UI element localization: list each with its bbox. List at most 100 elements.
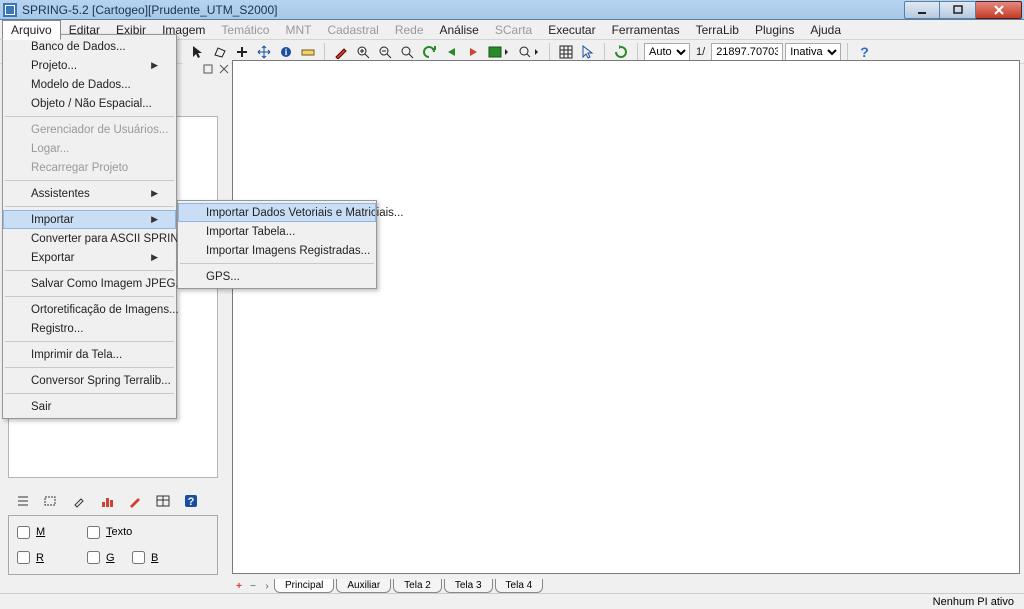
arquivo-dropdown: Banco de Dados... Projeto...▶ Modelo de … xyxy=(2,34,177,419)
panel-float-icon[interactable] xyxy=(201,62,215,76)
dd-sep xyxy=(5,393,174,394)
menu-arquivo[interactable]: Arquivo xyxy=(2,20,61,40)
toolbar-pencil-icon[interactable] xyxy=(331,42,351,62)
map-canvas[interactable] xyxy=(232,60,1020,574)
statusbar: Nenhum PI ativo xyxy=(0,593,1024,609)
check-r[interactable]: R xyxy=(17,550,87,566)
toolbar-sep-2 xyxy=(549,43,550,61)
toolbar-grid-icon[interactable] xyxy=(556,42,576,62)
toolbar-undo-icon[interactable] xyxy=(419,42,439,62)
dd-sair[interactable]: Sair xyxy=(3,397,176,416)
dd-conversor[interactable]: Conversor Spring Terralib... xyxy=(3,371,176,390)
menu-cadastral[interactable]: Cadastral xyxy=(319,21,386,39)
menu-mnt[interactable]: MNT xyxy=(277,21,319,39)
toolbar-move-icon[interactable] xyxy=(254,42,274,62)
toolbar-zoom-page-icon[interactable] xyxy=(515,42,543,62)
toolbar-zoom-icon[interactable] xyxy=(397,42,417,62)
dd-sep xyxy=(5,116,174,117)
menu-terralib[interactable]: TerraLib xyxy=(688,21,747,39)
chevron-right-icon: ▶ xyxy=(151,188,158,199)
toolbar-sep-4 xyxy=(637,43,638,61)
sm-importar-imagens[interactable]: Importar Imagens Registradas... xyxy=(178,241,376,260)
toolbar-inactive-select[interactable]: Inativa xyxy=(785,43,841,61)
pencil-icon[interactable] xyxy=(126,492,144,510)
dd-assistentes[interactable]: Assistentes▶ xyxy=(3,184,176,203)
chart-icon[interactable] xyxy=(98,492,116,510)
dd-sep xyxy=(5,180,174,181)
help-icon[interactable]: ? xyxy=(182,492,200,510)
tab-tela4[interactable]: Tela 4 xyxy=(495,579,544,593)
dd-recarregar[interactable]: Recarregar Projeto xyxy=(3,158,176,177)
tab-tela3[interactable]: Tela 3 xyxy=(444,579,493,593)
menu-rede[interactable]: Rede xyxy=(387,21,432,39)
dd-ortoretificacao[interactable]: Ortoretificação de Imagens... xyxy=(3,300,176,319)
dd-sep xyxy=(5,296,174,297)
dd-imprimir[interactable]: Imprimir da Tela... xyxy=(3,345,176,364)
check-texto[interactable]: Texto xyxy=(87,524,177,540)
maximize-button[interactable] xyxy=(940,1,976,19)
toolbar-prev-icon[interactable] xyxy=(441,42,461,62)
table-icon[interactable] xyxy=(154,492,172,510)
dd-salvar-jpeg[interactable]: Salvar Como Imagem JPEG... xyxy=(3,274,176,293)
sm-importar-tabela[interactable]: Importar Tabela... xyxy=(178,222,376,241)
tools-icon[interactable] xyxy=(70,492,88,510)
toolbar-cursor2-icon[interactable] xyxy=(578,42,598,62)
dd-banco-dados[interactable]: Banco de Dados... xyxy=(3,37,176,56)
check-g[interactable]: G xyxy=(87,550,132,566)
tab-remove-icon[interactable]: − xyxy=(246,579,260,593)
check-m[interactable]: M xyxy=(17,524,87,540)
check-b[interactable]: B xyxy=(132,550,177,566)
window-buttons xyxy=(904,1,1022,19)
toolbar-zoom-out-icon[interactable] xyxy=(375,42,395,62)
dd-logar[interactable]: Logar... xyxy=(3,139,176,158)
svg-text:?: ? xyxy=(188,496,195,508)
menu-executar[interactable]: Executar xyxy=(540,21,603,39)
toolbar-auto-select[interactable]: Auto xyxy=(644,43,690,61)
toolbar-layers-icon[interactable] xyxy=(485,42,513,62)
dd-objeto[interactable]: Objeto / Não Espacial... xyxy=(3,94,176,113)
toolbar-scale-input[interactable] xyxy=(711,43,783,61)
dd-sep xyxy=(5,341,174,342)
minimize-button[interactable] xyxy=(904,1,940,19)
menu-analise[interactable]: Análise xyxy=(432,21,487,39)
close-button[interactable] xyxy=(976,1,1022,19)
tab-right-icon[interactable]: › xyxy=(260,579,274,593)
toolbar-ruler-icon[interactable] xyxy=(298,42,318,62)
menu-scarta[interactable]: SCarta xyxy=(487,21,540,39)
toolbar-scale-prefix: 1/ xyxy=(696,46,705,58)
toolbar-sep-3 xyxy=(604,43,605,61)
dd-gerenciador[interactable]: Gerenciador de Usuários... xyxy=(3,120,176,139)
sm-gps[interactable]: GPS... xyxy=(178,267,376,286)
view-tabs: + − › Principal Auxiliar Tela 2 Tela 3 T… xyxy=(232,578,1020,594)
select-icon[interactable] xyxy=(42,492,60,510)
toolbar-sep xyxy=(324,43,325,61)
panel-close-icon[interactable] xyxy=(217,62,231,76)
toolbar-plus-icon[interactable] xyxy=(232,42,252,62)
toolbar-zoom-in-icon[interactable] xyxy=(353,42,373,62)
dd-exportar[interactable]: Exportar▶ xyxy=(3,248,176,267)
menu-ajuda[interactable]: Ajuda xyxy=(802,21,849,39)
toolbar-cursor-icon[interactable] xyxy=(188,42,208,62)
tab-tela2[interactable]: Tela 2 xyxy=(393,579,442,593)
tab-auxiliar[interactable]: Auxiliar xyxy=(336,579,391,593)
toolbar-help-icon[interactable]: ? xyxy=(854,44,875,60)
dd-importar[interactable]: Importar▶ xyxy=(3,210,176,229)
app-icon xyxy=(2,2,18,18)
dd-converter[interactable]: Converter para ASCII SPRING... xyxy=(3,229,176,248)
dd-projeto[interactable]: Projeto...▶ xyxy=(3,56,176,75)
toolbar-next-icon[interactable] xyxy=(463,42,483,62)
chevron-right-icon: ▶ xyxy=(151,214,158,225)
sm-importar-vetoriais[interactable]: Importar Dados Vetoriais e Matriciais... xyxy=(178,203,376,222)
toolbar-refresh-icon[interactable] xyxy=(611,42,631,62)
menu-tematico[interactable]: Temático xyxy=(213,21,277,39)
tab-principal[interactable]: Principal xyxy=(274,579,334,593)
toolbar-poly-icon[interactable] xyxy=(210,42,230,62)
menu-ferramentas[interactable]: Ferramentas xyxy=(604,21,688,39)
toolbar-info-icon[interactable]: i xyxy=(276,42,296,62)
list-icon[interactable] xyxy=(14,492,32,510)
chevron-right-icon: ▶ xyxy=(151,60,158,71)
menu-plugins[interactable]: Plugins xyxy=(747,21,802,39)
dd-registro[interactable]: Registro... xyxy=(3,319,176,338)
tab-add-icon[interactable]: + xyxy=(232,579,246,593)
dd-modelo-dados[interactable]: Modelo de Dados... xyxy=(3,75,176,94)
